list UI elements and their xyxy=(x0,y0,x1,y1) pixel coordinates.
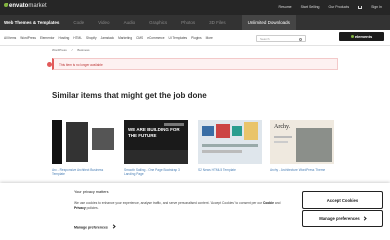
envato-logo[interactable]: envatomarket xyxy=(4,3,47,9)
category-graphics[interactable]: Graphics xyxy=(149,15,173,30)
subnav-marketing[interactable]: Marketing xyxy=(118,30,132,46)
item-title[interactable]: Arc - Responsive Architect Business Temp… xyxy=(52,168,116,176)
top-link-start-selling[interactable]: Start Selling xyxy=(301,5,320,9)
item-card[interactable]: S2 News HTML5 Template xyxy=(198,120,262,172)
item-thumbnail[interactable]: Archy. xyxy=(270,120,334,164)
subnav-shopify[interactable]: Shopify xyxy=(86,30,97,46)
cookie-body-text: We use cookies to enhance your experienc… xyxy=(74,201,263,205)
item-card[interactable]: Archy. Archy - Architecture WordPress Th… xyxy=(270,120,334,172)
category-photos[interactable]: Photos xyxy=(181,15,201,30)
search-placeholder: Search xyxy=(260,37,270,41)
subnav-html[interactable]: HTML xyxy=(73,30,82,46)
chevron-down-icon xyxy=(111,224,116,229)
category-web-themes[interactable]: Web Themes & Templates xyxy=(4,15,65,30)
subnav-ui-templates[interactable]: UI Templates xyxy=(169,30,188,46)
alert-text: This item is no longer available xyxy=(59,63,103,67)
elements-label: elements xyxy=(354,34,373,39)
cookie-policy-link[interactable]: Cookie xyxy=(263,201,274,205)
search-input[interactable]: Search xyxy=(256,35,306,42)
top-link-sign-in[interactable]: Sign In xyxy=(371,5,382,9)
manage-preferences-label: Manage preferences xyxy=(74,225,108,230)
category-unlimited-downloads[interactable]: Unlimited Downloads xyxy=(241,15,296,30)
top-links: Resume Start Selling Our Products Sign I… xyxy=(279,5,382,9)
subnav-wordpress[interactable]: WordPress xyxy=(20,30,36,46)
item-thumbnail[interactable] xyxy=(52,120,116,164)
category-3d-files[interactable]: 3D Files xyxy=(209,15,232,30)
cookie-body: We use cookies to enhance your experienc… xyxy=(74,201,282,210)
alert-icon xyxy=(47,62,52,67)
subnav-cms[interactable]: CMS xyxy=(136,30,143,46)
top-link-resume[interactable]: Resume xyxy=(279,5,292,9)
privacy-policy-link[interactable]: Privacy xyxy=(74,206,86,210)
brand-name: envato xyxy=(9,3,29,9)
manage-preferences-button[interactable]: Manage preferences xyxy=(302,210,383,227)
sub-nav: All Items WordPress Elementor Hosting HT… xyxy=(0,30,390,46)
thumbnail-text: Archy. xyxy=(274,124,291,130)
subnav-elementor[interactable]: Elementor xyxy=(40,30,55,46)
cart-icon[interactable] xyxy=(358,5,363,9)
chevron-down-icon xyxy=(362,216,367,221)
item-unavailable-alert: This item is no longer available xyxy=(47,58,338,70)
item-thumbnail[interactable]: WE ARE BUILDING FOR THE FUTURE xyxy=(124,120,188,164)
breadcrumb-wordpress[interactable]: WordPress xyxy=(52,48,67,52)
item-thumbnail[interactable] xyxy=(198,120,262,164)
thumbnail-text: WE ARE BUILDING FOR THE FUTURE xyxy=(128,127,180,138)
accept-cookies-button[interactable]: Accept Cookies xyxy=(302,191,383,209)
item-title[interactable]: Smooth Sailing - One Page Bootstrap 3 La… xyxy=(124,168,188,176)
brand-suffix: market xyxy=(28,3,47,9)
cookie-body-end: policies. xyxy=(85,205,99,210)
top-bar: envatomarket Resume Start Selling Our Pr… xyxy=(0,0,390,15)
item-card[interactable]: WE ARE BUILDING FOR THE FUTURE Smooth Sa… xyxy=(124,120,188,176)
subnav-all-items[interactable]: All Items xyxy=(4,30,16,46)
envato-elements-button[interactable]: elements xyxy=(339,32,384,41)
breadcrumb: WordPress / Business xyxy=(52,48,94,52)
subnav-hosting[interactable]: Hosting xyxy=(58,30,69,46)
manage-preferences-link[interactable]: Manage preferences xyxy=(74,224,116,230)
category-code[interactable]: Code xyxy=(73,15,90,30)
manage-preferences-button-label: Manage preferences xyxy=(319,216,360,221)
elements-logo-icon xyxy=(350,35,354,38)
subnav-jamstack[interactable]: Jamstack xyxy=(101,30,114,46)
breadcrumb-business[interactable]: Business xyxy=(77,48,89,52)
cookie-body-and: and xyxy=(274,201,281,205)
cookie-title: Your privacy matters xyxy=(74,190,109,194)
search-icon[interactable] xyxy=(298,37,302,41)
category-audio[interactable]: Audio xyxy=(124,15,142,30)
top-link-products[interactable]: Our Products xyxy=(328,5,349,9)
subnav-plugins[interactable]: Plugins xyxy=(191,30,201,46)
subnav-ecommerce[interactable]: eCommerce xyxy=(147,30,164,46)
category-video[interactable]: Video xyxy=(98,15,115,30)
item-title[interactable]: S2 News HTML5 Template xyxy=(198,168,262,172)
item-title[interactable]: Archy - Architecture WordPress Theme xyxy=(270,168,334,172)
subnav-more[interactable]: More xyxy=(206,30,213,46)
leaf-icon xyxy=(4,3,8,7)
similar-items-title: Similar items that might get the job don… xyxy=(52,91,207,100)
category-nav: Web Themes & Templates Code Video Audio … xyxy=(0,15,390,30)
item-card[interactable]: Arc - Responsive Architect Business Temp… xyxy=(52,120,116,176)
breadcrumb-separator: / xyxy=(71,48,73,52)
